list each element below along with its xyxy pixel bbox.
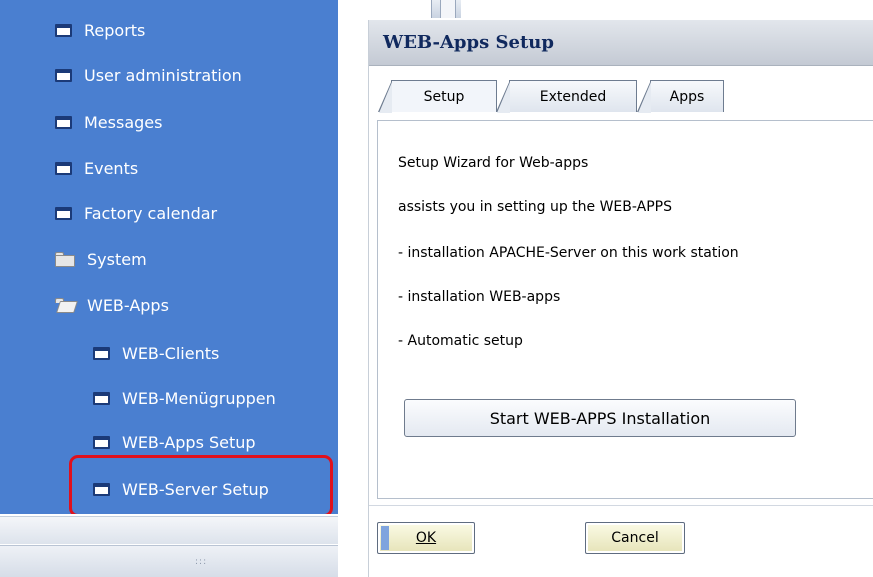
window-icon	[93, 435, 110, 449]
window-icon	[55, 68, 72, 82]
step-apache-text: - installation APACHE-Server on this wor…	[398, 245, 739, 261]
sidebar-item-events[interactable]: Events	[55, 154, 138, 182]
sidebar-item-label: Factory calendar	[84, 203, 218, 223]
sidebar-item-system[interactable]: System	[55, 245, 147, 273]
sidebar-footer: :::	[0, 514, 338, 577]
window-icon	[93, 482, 110, 496]
description-text: assists you in setting up the WEB-APPS	[398, 199, 672, 215]
window-icon	[55, 161, 72, 175]
ok-button[interactable]: OK	[377, 522, 475, 554]
sidebar-item-label: Events	[84, 158, 139, 178]
ok-button-label: OK	[415, 530, 437, 546]
folder-open-icon	[55, 297, 78, 313]
sidebar-item-web-server-setup[interactable]: WEB-Server Setup	[93, 475, 269, 503]
window-icon	[55, 206, 72, 220]
sidebar-item-web-apps-setup[interactable]: WEB-Apps Setup	[93, 428, 256, 456]
tab-apps[interactable]: Apps	[637, 80, 724, 113]
sidebar-footer-bar	[0, 516, 338, 544]
tab-strip: Setup Extended Apps	[369, 80, 873, 113]
sidebar-item-label: WEB-Menügruppen	[122, 388, 276, 408]
grip-icon: :::	[195, 557, 208, 567]
navigation-sidebar: Reports User administration Messages Eve…	[0, 0, 461, 517]
sidebar-item-web-apps[interactable]: WEB-Apps	[55, 291, 169, 319]
sidebar-item-messages[interactable]: Messages	[55, 108, 162, 136]
sidebar-item-web-menugruppen[interactable]: WEB-Menügruppen	[93, 384, 276, 412]
dialog-button-bar: OK Cancel	[369, 505, 873, 577]
dialog-title: WEB-Apps Setup	[383, 32, 554, 53]
sidebar-item-label: WEB-Clients	[122, 343, 220, 363]
sidebar-item-factory-calendar[interactable]: Factory calendar	[55, 199, 217, 227]
tab-label: Extended	[539, 88, 607, 105]
cancel-button-label: Cancel	[611, 530, 659, 546]
tab-setup[interactable]: Setup	[378, 80, 497, 113]
step-webapps-text: - installation WEB-apps	[398, 289, 561, 305]
sidebar-item-label: Messages	[84, 112, 163, 132]
window-icon	[55, 23, 72, 37]
sidebar-item-user-administration[interactable]: User administration	[55, 61, 242, 89]
folder-icon	[55, 251, 75, 267]
sidebar-item-label: Reports	[84, 20, 146, 40]
sidebar-item-label: System	[87, 249, 147, 269]
dialog-titlebar[interactable]: WEB-Apps Setup	[369, 20, 873, 66]
tab-label: Setup	[423, 88, 465, 105]
sidebar-item-label: User administration	[84, 65, 242, 85]
step-automatic-text: - Automatic setup	[398, 333, 523, 349]
setup-panel: Setup Wizard for Web-apps assists you in…	[377, 120, 873, 499]
tab-extended[interactable]: Extended	[496, 80, 637, 113]
web-apps-setup-dialog: WEB-Apps Setup Setup Extended Apps Setup…	[368, 20, 873, 577]
window-icon	[93, 346, 110, 360]
focus-indicator	[381, 526, 389, 550]
start-installation-button[interactable]: Start WEB-APPS Installation	[404, 399, 796, 437]
scrollbar[interactable]	[431, 0, 461, 18]
sidebar-item-label: WEB-Server Setup	[122, 479, 269, 499]
sidebar-item-reports[interactable]: Reports	[55, 16, 145, 44]
tab-label: Apps	[669, 88, 705, 105]
sidebar-item-web-clients[interactable]: WEB-Clients	[93, 339, 219, 367]
splitter-bar[interactable]: :::	[0, 545, 338, 577]
window-icon	[93, 391, 110, 405]
window-icon	[55, 115, 72, 129]
sidebar-item-label: WEB-Apps	[87, 295, 169, 315]
wizard-title-text: Setup Wizard for Web-apps	[398, 155, 589, 171]
sidebar-item-label: WEB-Apps Setup	[122, 432, 256, 452]
cancel-button[interactable]: Cancel	[585, 522, 685, 554]
